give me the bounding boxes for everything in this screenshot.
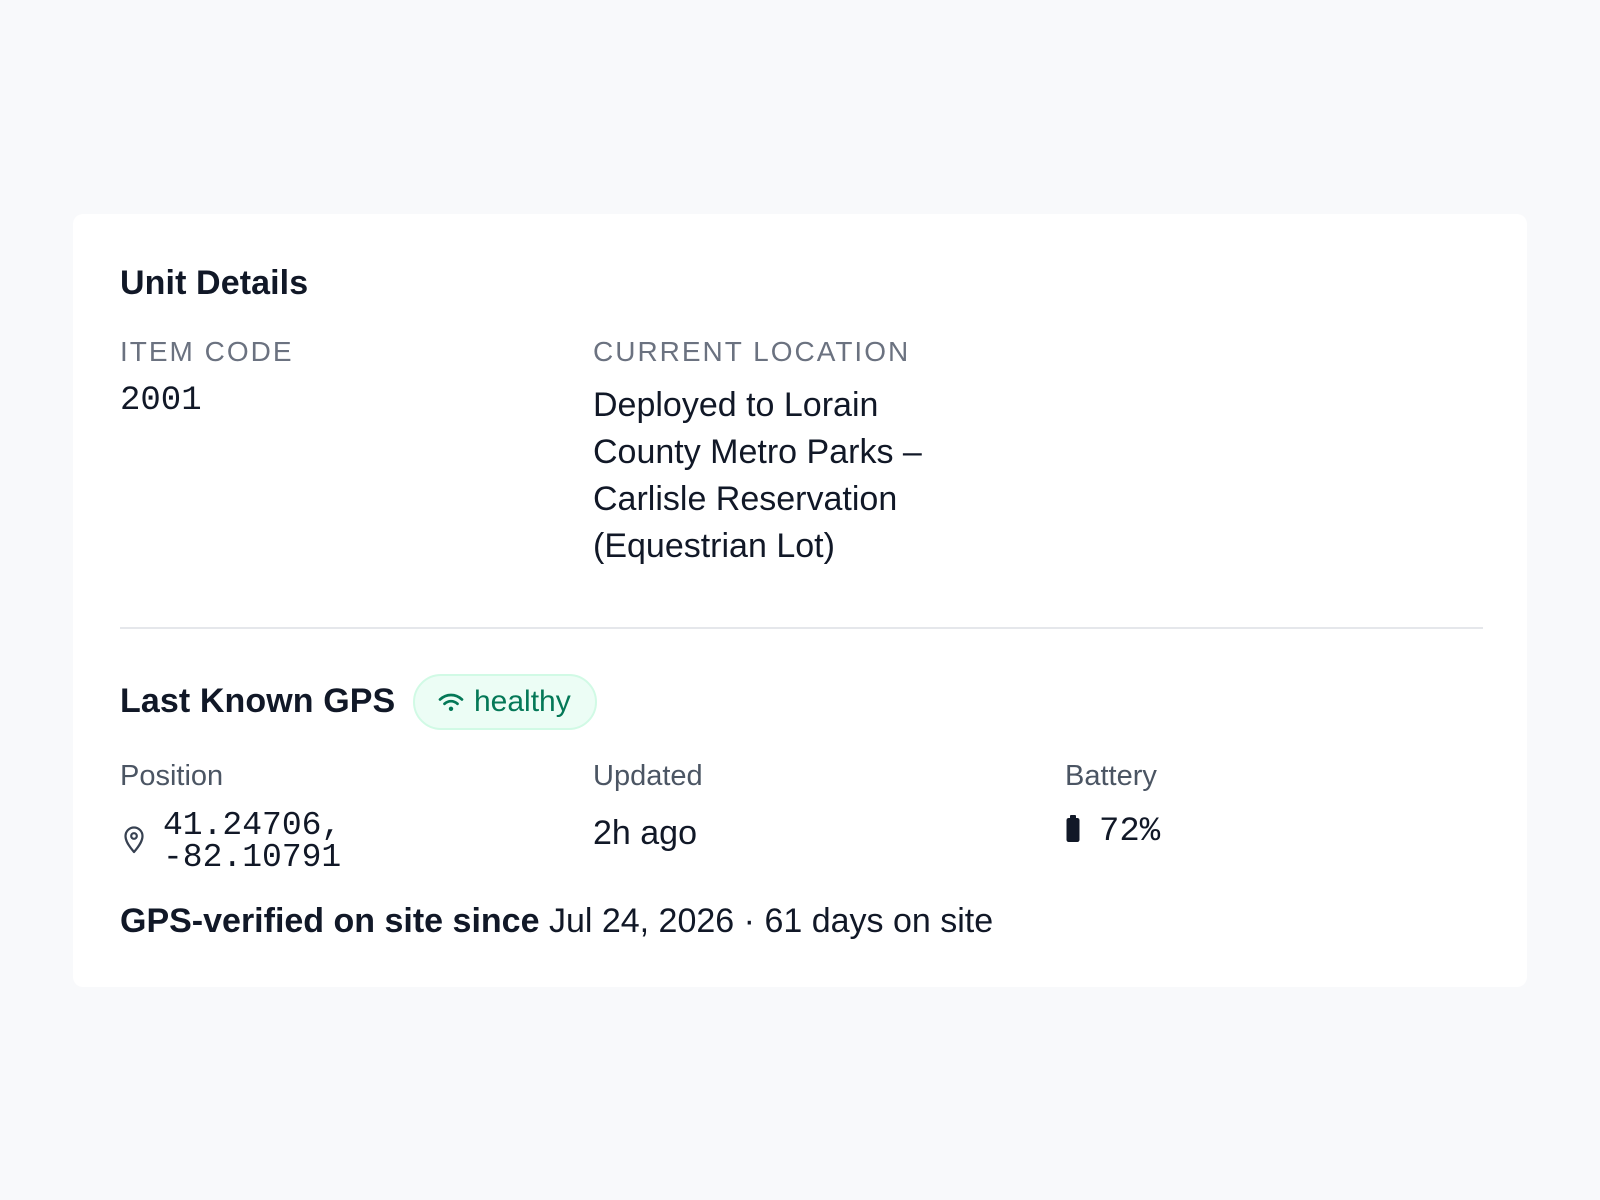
wifi-icon [437, 690, 465, 714]
map-pin-icon [120, 824, 148, 860]
battery-icon [1065, 814, 1081, 849]
verification-date: Jul 24, 2026 [548, 902, 735, 940]
verification-separator: · [743, 902, 755, 940]
updated-value: 2h ago [593, 814, 697, 852]
battery-label: Battery [1065, 760, 1157, 792]
verification-days: 61 days on site [764, 902, 994, 940]
gps-status-badge: healthy [413, 674, 597, 730]
section-divider [120, 627, 1483, 629]
position-label: Position [120, 760, 224, 792]
unit-details-title: Unit Details [120, 264, 309, 302]
current-location-value: Deployed to Lorain County Metro Parks – … [593, 386, 922, 565]
verification-prefix: GPS-verified on site since [120, 902, 540, 940]
updated-label: Updated [593, 760, 703, 792]
current-location-label: CURRENT LOCATION [593, 336, 911, 367]
unit-details-card: Unit Details ITEM CODE 2001 CURRENT LOCA… [73, 214, 1527, 987]
item-code-label: ITEM CODE [120, 336, 294, 367]
gps-verification-note: GPS-verified on site since Jul 24, 2026 … [120, 904, 993, 938]
battery-value-group: 72% [1065, 814, 1160, 849]
item-code-value: 2001 [120, 382, 202, 420]
battery-percentage: 72% [1099, 812, 1161, 851]
last-known-gps-title: Last Known GPS [120, 682, 396, 720]
gps-status-label: healthy [474, 685, 571, 718]
position-value-group: 41.24706, -82.10791 [120, 807, 373, 876]
position-coordinates: 41.24706, -82.10791 [163, 807, 342, 876]
